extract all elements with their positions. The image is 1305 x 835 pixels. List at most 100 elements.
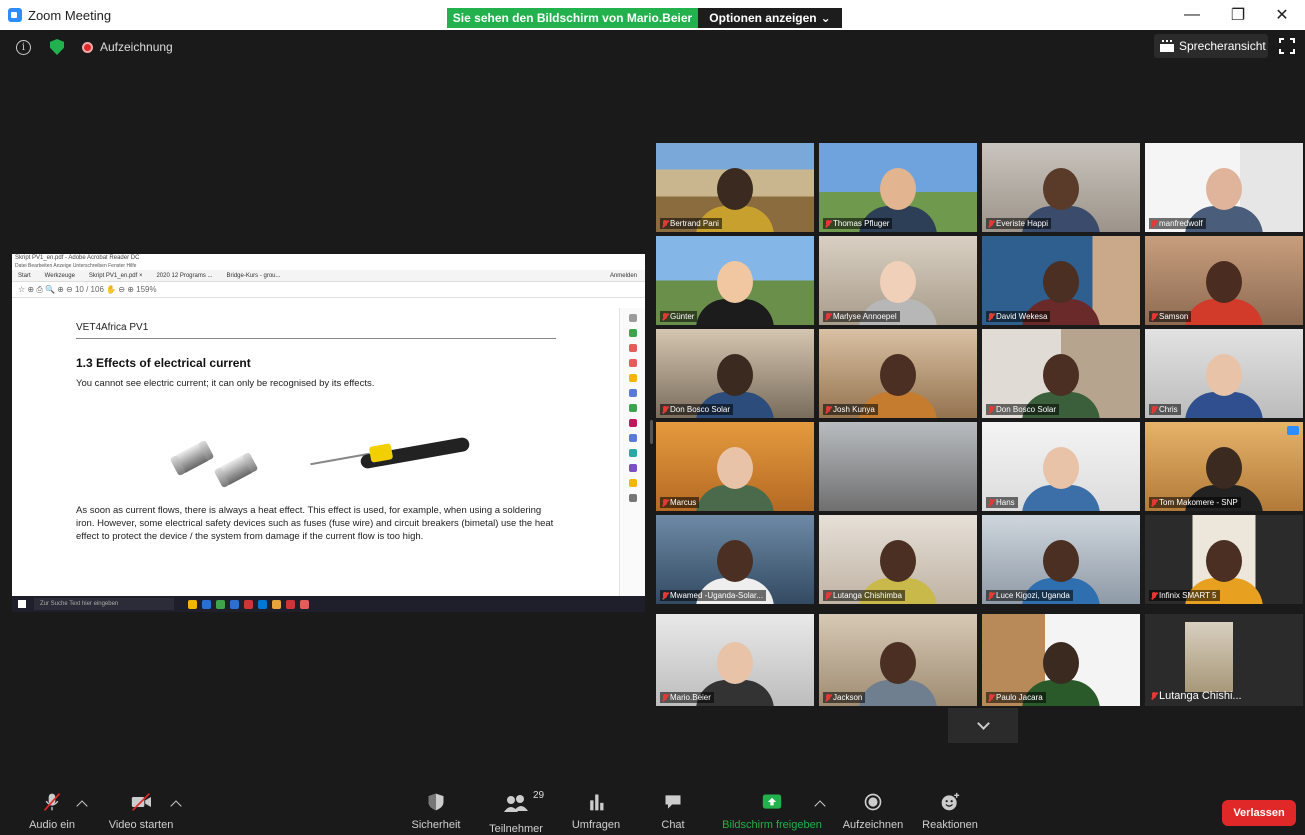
participant-name-label: Lutanga Chishi... (1159, 690, 1242, 702)
tile-more-icon[interactable] (1287, 426, 1299, 435)
muted-mic-icon (662, 693, 668, 702)
participant-tile[interactable]: David Wekesa (982, 236, 1140, 325)
participant-tile[interactable]: Lutanga Chishi... (1145, 614, 1303, 706)
encryption-shield-icon[interactable] (50, 39, 64, 55)
video-label: Video starten (108, 819, 174, 831)
window-title: Zoom Meeting (28, 7, 112, 23)
participant-tile[interactable]: manfredwolf (1145, 143, 1303, 232)
participant-tile[interactable]: Josh Kunya (819, 329, 977, 418)
participant-name-label: manfredwolf (1159, 219, 1203, 228)
security-label: Sicherheit (411, 819, 461, 831)
gallery-next-page-button[interactable] (948, 708, 1018, 743)
acrobat-tab: Start (18, 272, 31, 279)
participant-tile[interactable] (819, 422, 977, 511)
participant-name-label: Marcus (670, 498, 697, 507)
participant-name: Infinix SMART 5 (1149, 590, 1220, 601)
doc-heading: 1.3 Effects of electrical current (76, 356, 251, 370)
participant-tile[interactable]: Don Bosco Solar (982, 329, 1140, 418)
participant-tile[interactable]: Samson (1145, 236, 1303, 325)
participant-name-label: Don Bosco Solar (670, 405, 731, 414)
fullscreen-icon[interactable] (1279, 38, 1295, 54)
participant-tile[interactable]: Hans (982, 422, 1140, 511)
fuse-image (171, 440, 213, 476)
close-button[interactable]: ✕ (1259, 0, 1305, 30)
participant-name: Mario.Beier (660, 692, 714, 703)
polls-button[interactable]: Umfragen (566, 776, 626, 831)
muted-mic-icon (1151, 312, 1157, 321)
participant-name: Everiste Happi (986, 218, 1052, 229)
muted-mic-icon (1151, 405, 1157, 414)
acrobat-tab: Skript PV1_en.pdf × (88, 272, 143, 279)
doc-rule (76, 338, 556, 339)
maximize-button[interactable]: ❐ (1215, 0, 1261, 30)
participant-tile[interactable]: Luce Kigozi, Uganda (982, 515, 1140, 604)
video-button[interactable]: Video starten (102, 776, 180, 831)
soldering-iron-image (310, 436, 471, 470)
speaker-view-icon (1160, 40, 1174, 52)
share-screen-icon (762, 794, 782, 809)
participant-name-label: Luce Kigozi, Uganda (996, 591, 1070, 600)
participant-name: Tom Makomere - SNP (1149, 497, 1241, 508)
participant-tile[interactable]: Jackson (819, 614, 977, 706)
chat-icon (665, 795, 681, 809)
participant-name: Luce Kigozi, Uganda (986, 590, 1073, 601)
participant-tile[interactable]: Günter (656, 236, 814, 325)
meeting-info-icon[interactable]: i (16, 40, 31, 55)
speaker-view-button[interactable]: Sprecheransicht (1154, 34, 1268, 58)
view-options-button[interactable]: Optionen anzeigen ⌄ (698, 8, 842, 28)
participant-tile[interactable]: Don Bosco Solar (656, 329, 814, 418)
participant-tile[interactable]: Marcus (656, 422, 814, 511)
video-feed (819, 422, 977, 511)
acrobat-toolbar: ☆ ⊕ ⎙ 🔍 ⊕ ⊖ 10 / 106 ✋ ⊖ ⊕ 159% (12, 282, 645, 298)
participant-name-label: Thomas Pfluger (833, 219, 890, 228)
view-options-label: Optionen anzeigen (709, 11, 817, 25)
speaker-view-label: Sprecheransicht (1179, 39, 1266, 53)
participant-tile[interactable]: Mwamed -Uganda-Solar... (656, 515, 814, 604)
participant-video (859, 636, 937, 706)
muted-mic-icon (988, 405, 994, 414)
participants-button[interactable]: 29 Teilnehmer (484, 776, 548, 835)
polls-icon (590, 794, 604, 811)
participant-tile[interactable]: Lutanga Chishimba (819, 515, 977, 604)
muted-mic-icon (825, 405, 831, 414)
muted-mic-icon (825, 693, 831, 702)
record-icon (864, 793, 882, 811)
participant-name: Marcus (660, 497, 700, 508)
reactions-button[interactable]: Reaktionen (918, 776, 982, 831)
chat-label: Chat (661, 819, 685, 831)
polls-label: Umfragen (571, 819, 621, 831)
participant-name-label: Don Bosco Solar (996, 405, 1057, 414)
muted-mic-icon (1151, 692, 1157, 700)
participant-tile[interactable]: Tom Makomere - SNP (1145, 422, 1303, 511)
audio-button[interactable]: Audio ein (24, 776, 80, 831)
security-button[interactable]: Sicherheit (406, 776, 466, 831)
muted-mic-icon (988, 219, 994, 228)
muted-mic-icon (662, 312, 668, 321)
participant-tile[interactable]: Paulo Jacara (982, 614, 1140, 706)
participant-tile[interactable]: Marlyse Annoepel (819, 236, 977, 325)
leave-meeting-button[interactable]: Verlassen (1222, 800, 1296, 826)
participant-name: Josh Kunya (823, 404, 878, 415)
muted-mic-icon (662, 405, 668, 414)
participant-tile[interactable]: Thomas Pfluger (819, 143, 977, 232)
record-button[interactable]: Aufzeichnen (838, 776, 908, 831)
minimize-button[interactable]: — (1169, 0, 1215, 30)
split-divider[interactable] (650, 420, 653, 444)
participant-tile[interactable]: Everiste Happi (982, 143, 1140, 232)
participant-name-label: Hans (996, 498, 1015, 507)
participant-video (696, 441, 774, 511)
participant-tile[interactable]: Infinix SMART 5 (1145, 515, 1303, 604)
participant-tile[interactable]: Chris (1145, 329, 1303, 418)
doc-paragraph: As soon as current flows, there is alway… (76, 505, 554, 542)
participant-name-label: Tom Makomere - SNP (1159, 498, 1238, 507)
share-screen-label: Bildschirm freigeben (722, 819, 822, 831)
chat-button[interactable]: Chat (650, 776, 696, 831)
participant-tile[interactable]: Mario.Beier (656, 614, 814, 706)
participant-name: Lutanga Chishimba (823, 590, 905, 601)
share-screen-button[interactable]: Bildschirm freigeben (716, 776, 828, 831)
shared-screen[interactable]: Skript PV1_en.pdf - Adobe Acrobat Reader… (12, 254, 645, 612)
participant-name-label: Paulo Jacara (996, 693, 1043, 702)
participant-tile[interactable]: Bertrand Pani (656, 143, 814, 232)
reactions-icon (941, 792, 960, 811)
participant-name: Paulo Jacara (986, 692, 1046, 703)
